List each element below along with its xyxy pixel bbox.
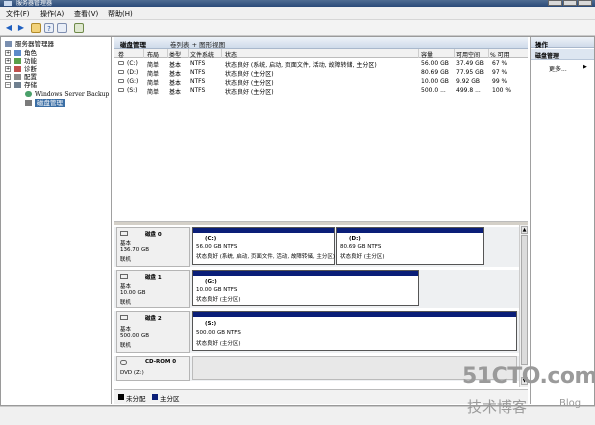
disk-management-panel: 磁盘管理 卷列表 + 图形视图 卷 布局 类型 文件系统 状态 容量 可用空间 … bbox=[114, 37, 528, 404]
backup-icon bbox=[25, 91, 32, 97]
disk-0-row: 磁盘 0 基本 136.70 GB 联机 (C:) 56.00 GB NTFS … bbox=[114, 227, 519, 267]
panel-subtitle: 卷列表 + 图形视图 bbox=[170, 41, 226, 49]
legend-unallocated: 未分配 bbox=[126, 395, 146, 403]
col-percent-free[interactable]: % 可用 bbox=[490, 50, 510, 59]
tree-item-roles[interactable]: + 角色 bbox=[5, 49, 37, 57]
menu-file[interactable]: 文件(F) bbox=[6, 9, 30, 19]
tree-item-disk-management[interactable]: 磁盘管理 bbox=[25, 99, 65, 107]
minimize-button[interactable] bbox=[548, 0, 562, 6]
watermark-logo: 51CTO.com bbox=[462, 364, 595, 389]
refresh-icon[interactable] bbox=[74, 23, 84, 33]
primary-partition-bar bbox=[193, 312, 516, 317]
tree-root[interactable]: 服务器管理器 bbox=[5, 40, 54, 48]
legend-bar: 未分配 主分区 bbox=[114, 389, 528, 404]
tree-item-storage[interactable]: − 存储 bbox=[5, 81, 37, 89]
watermark-blog: Blog bbox=[559, 398, 582, 409]
cdrom-icon bbox=[120, 360, 127, 365]
tree-item-diagnostics[interactable]: + 诊断 bbox=[5, 65, 37, 73]
graph-vertical-scrollbar[interactable]: ▲ ▼ bbox=[519, 225, 528, 387]
tree-item-windows-server-backup[interactable]: Windows Server Backup bbox=[25, 90, 109, 99]
volume-icon bbox=[118, 88, 124, 92]
volume-row[interactable]: (G:) 简单 基本 NTFS 状态良好 (主分区) 10.00 GB 9.92… bbox=[114, 77, 528, 87]
actions-header: 操作 bbox=[531, 37, 594, 49]
partition-g[interactable]: (G:) 10.00 GB NTFS 状态良好 (主分区) bbox=[192, 270, 419, 306]
scroll-thumb[interactable] bbox=[521, 235, 528, 365]
toolbar: ◀ ▶ ? bbox=[0, 20, 595, 36]
disk-2-label[interactable]: 磁盘 2 基本 500.00 GB 联机 bbox=[116, 311, 190, 353]
primary-partition-bar bbox=[193, 271, 418, 276]
disk-icon bbox=[120, 315, 128, 320]
cdrom-0-label[interactable]: CD-ROM 0 DVD (Z:) bbox=[116, 356, 190, 381]
partition-s[interactable]: (S:) 500.00 GB NTFS 状态良好 (主分区) bbox=[192, 311, 517, 351]
expand-icon[interactable]: + bbox=[5, 66, 11, 72]
menu-help[interactable]: 帮助(H) bbox=[108, 9, 133, 19]
col-filesystem[interactable]: 文件系统 bbox=[190, 50, 214, 59]
volume-row[interactable]: (D:) 简单 基本 NTFS 状态良好 (主分区) 80.69 GB 77.9… bbox=[114, 68, 528, 78]
menu-view[interactable]: 查看(V) bbox=[74, 9, 98, 19]
more-actions-link[interactable]: 更多... bbox=[549, 64, 567, 73]
window-title-bar: 服务器管理器 bbox=[0, 0, 595, 7]
menu-action[interactable]: 操作(A) bbox=[40, 9, 64, 19]
primary-partition-bar bbox=[193, 228, 334, 233]
disk-1-row: 磁盘 1 基本 10.00 GB 联机 (G:) 10.00 GB NTFS 状… bbox=[114, 270, 519, 308]
primary-partition-bar bbox=[337, 228, 483, 233]
volume-icon bbox=[118, 61, 124, 65]
unallocated-swatch bbox=[118, 394, 124, 400]
storage-icon bbox=[14, 82, 21, 88]
watermark-text: 技术博客 bbox=[467, 398, 528, 416]
volume-list-header: 卷 布局 类型 文件系统 状态 容量 可用空间 % 可用 bbox=[114, 49, 528, 59]
app-icon bbox=[4, 1, 12, 6]
partition-d[interactable]: (D:) 80.69 GB NTFS 状态良好 (主分区) bbox=[336, 227, 484, 265]
menu-bar: 文件(F) 操作(A) 查看(V) 帮助(H) bbox=[0, 7, 595, 20]
expand-icon[interactable]: + bbox=[5, 50, 11, 56]
col-type[interactable]: 类型 bbox=[169, 50, 181, 59]
volume-row[interactable]: (C:) 简单 基本 NTFS 状态良好 (系统, 启动, 页面文件, 活动, … bbox=[114, 59, 528, 69]
col-free-space[interactable]: 可用空间 bbox=[456, 50, 480, 59]
chevron-right-icon: ▶ bbox=[583, 64, 587, 70]
disk-management-icon bbox=[25, 100, 32, 106]
col-layout[interactable]: 布局 bbox=[147, 50, 159, 59]
actions-section-disk-management[interactable]: 磁盘管理 bbox=[531, 49, 594, 60]
actions-pane: 操作 磁盘管理 更多... ▶ bbox=[530, 37, 594, 404]
up-folder-icon[interactable] bbox=[31, 23, 41, 33]
collapse-icon[interactable]: − bbox=[5, 82, 11, 88]
diagnostics-icon bbox=[14, 66, 21, 72]
expand-icon[interactable]: + bbox=[5, 58, 11, 64]
disk-icon bbox=[120, 274, 128, 279]
back-icon[interactable]: ◀ bbox=[4, 23, 14, 33]
scroll-up-icon[interactable]: ▲ bbox=[521, 226, 528, 234]
expand-icon[interactable]: + bbox=[5, 74, 11, 80]
primary-partition-swatch bbox=[152, 394, 158, 400]
volume-icon bbox=[118, 70, 124, 74]
disk-1-label[interactable]: 磁盘 1 基本 10.00 GB 联机 bbox=[116, 270, 190, 308]
server-icon bbox=[5, 41, 12, 47]
navigation-tree: 服务器管理器 + 角色 + 功能 + 诊断 + 配置 − 存储 Windows … bbox=[1, 37, 112, 404]
maximize-button[interactable] bbox=[563, 0, 577, 6]
panel-header: 磁盘管理 卷列表 + 图形视图 bbox=[114, 37, 528, 49]
configuration-icon bbox=[14, 74, 21, 80]
cdrom-row: CD-ROM 0 DVD (Z:) bbox=[114, 356, 519, 381]
properties-icon[interactable] bbox=[57, 23, 67, 33]
disk-graphical-view: 磁盘 0 基本 136.70 GB 联机 (C:) 56.00 GB NTFS … bbox=[114, 225, 519, 387]
close-button[interactable] bbox=[578, 0, 592, 6]
volume-icon bbox=[118, 79, 124, 83]
col-volume[interactable]: 卷 bbox=[118, 50, 124, 59]
window-title: 服务器管理器 bbox=[16, 0, 53, 7]
col-capacity[interactable]: 容量 bbox=[421, 50, 433, 59]
disk-2-row: 磁盘 2 基本 500.00 GB 联机 (S:) 500.00 GB NTFS… bbox=[114, 311, 519, 353]
disk-0-label[interactable]: 磁盘 0 基本 136.70 GB 联机 bbox=[116, 227, 190, 267]
legend-primary-partition: 主分区 bbox=[160, 395, 180, 403]
help-icon[interactable]: ? bbox=[44, 23, 54, 33]
volume-row[interactable]: (S:) 简单 基本 NTFS 状态良好 (主分区) 500.0 ... 499… bbox=[114, 86, 528, 96]
roles-icon bbox=[14, 50, 21, 56]
tree-item-configuration[interactable]: + 配置 bbox=[5, 73, 37, 81]
disk-icon bbox=[120, 231, 128, 236]
partition-c[interactable]: (C:) 56.00 GB NTFS 状态良好 (系统, 启动, 页面文件, 活… bbox=[192, 227, 335, 265]
col-status[interactable]: 状态 bbox=[225, 50, 237, 59]
features-icon bbox=[14, 58, 21, 64]
forward-icon[interactable]: ▶ bbox=[16, 23, 26, 33]
tree-item-features[interactable]: + 功能 bbox=[5, 57, 37, 65]
panel-title: 磁盘管理 bbox=[120, 41, 146, 49]
